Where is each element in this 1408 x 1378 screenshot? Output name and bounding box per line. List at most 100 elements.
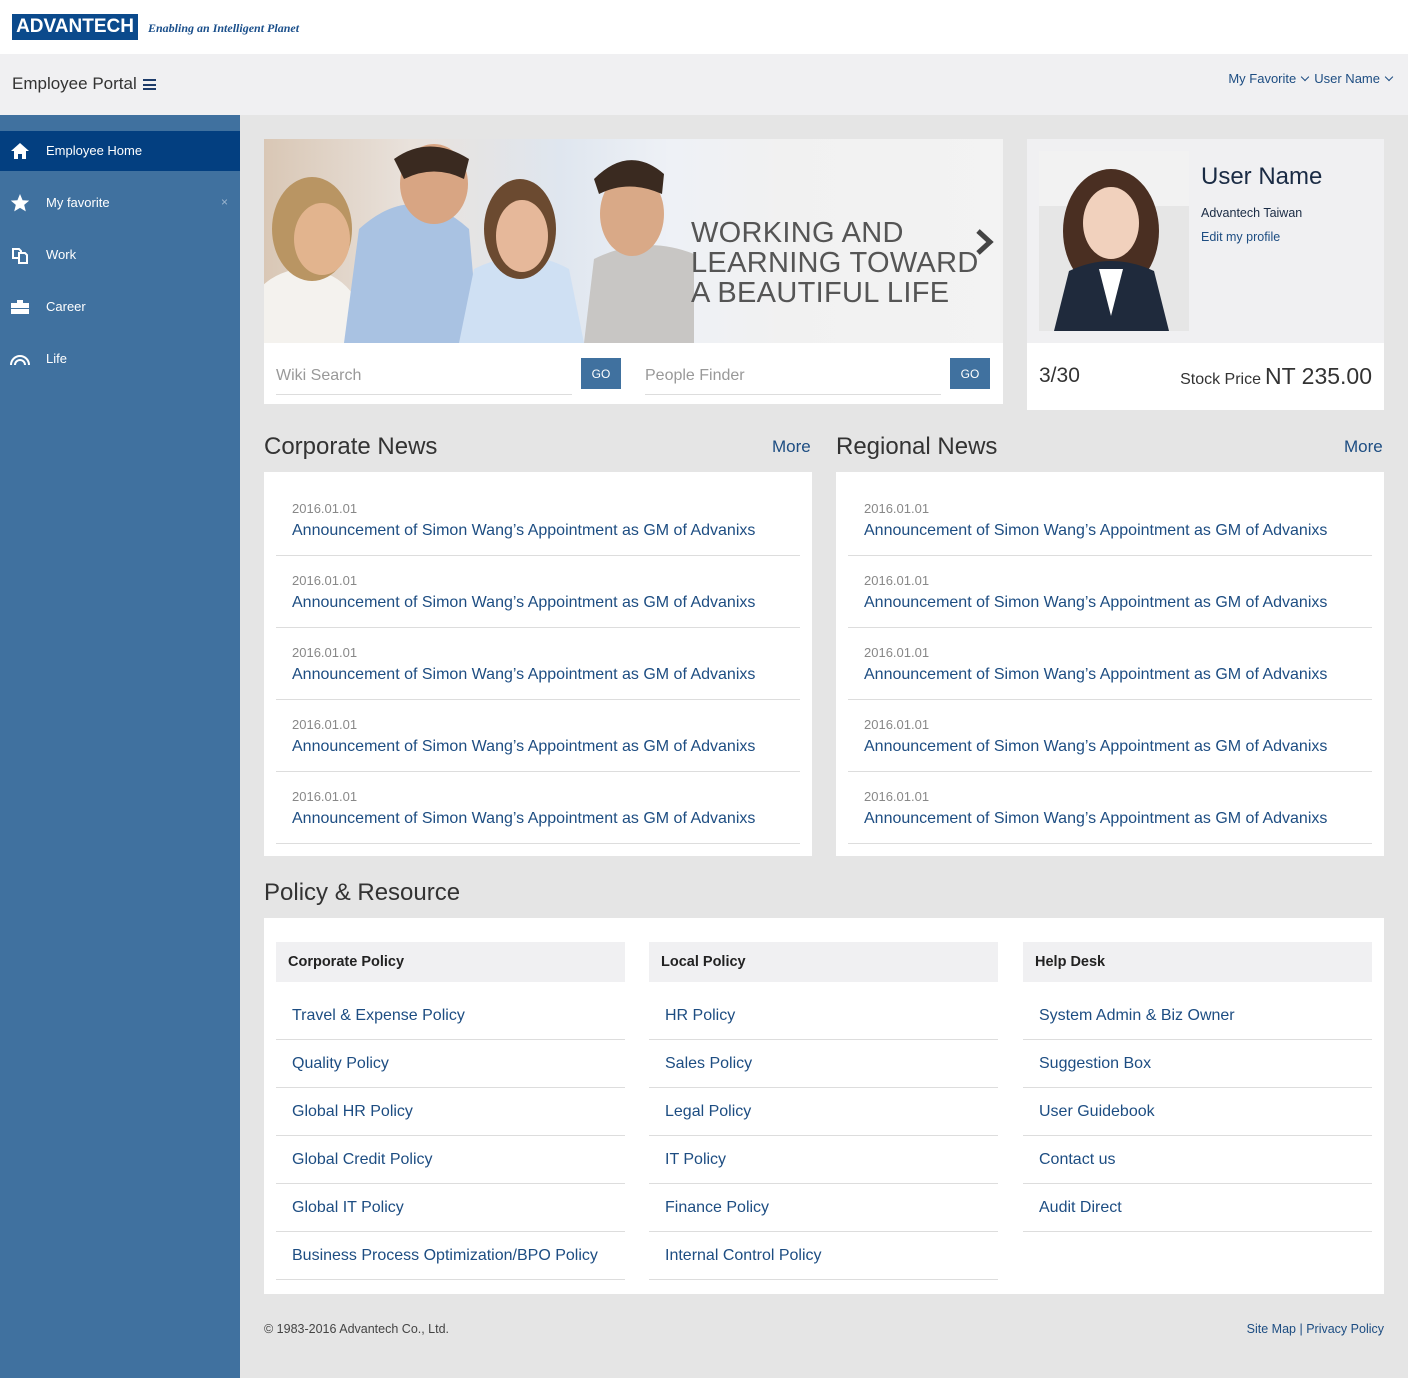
privacy-policy-link[interactable]: Privacy Policy (1306, 1322, 1384, 1336)
people-finder-go-button[interactable]: GO (950, 358, 990, 389)
sidebar-item-life[interactable]: Life (0, 339, 240, 379)
my-favorite-dropdown[interactable]: My Favorite (1228, 71, 1310, 86)
policy-link[interactable]: Internal Control Policy (649, 1232, 998, 1280)
sidebar-item-work[interactable]: Work (0, 235, 240, 275)
user-name-label: User Name (1314, 71, 1380, 86)
hero-card: WORKING AND LEARNING TOWARD A BEAUTIFUL … (264, 139, 1003, 404)
sidebar-item-my-favorite[interactable]: My favorite × (0, 183, 240, 223)
portal-title: Employee Portal (12, 74, 137, 93)
news-item[interactable]: 2016.01.01 Announcement of Simon Wang’s A… (848, 628, 1372, 700)
hero-caption-line: LEARNING TOWARD (691, 247, 979, 279)
news-date: 2016.01.01 (292, 717, 358, 732)
corporate-news-title: Corporate News (264, 433, 438, 460)
news-title-link[interactable]: Announcement of Simon Wang’s Appointment… (292, 522, 755, 540)
news-title-link[interactable]: Announcement of Simon Wang’s Appointment… (292, 738, 755, 756)
copy-icon (12, 248, 28, 264)
people-finder-input[interactable] (645, 358, 941, 395)
help-desk-link[interactable]: Contact us (1023, 1136, 1372, 1184)
chevron-right-icon[interactable] (974, 229, 994, 255)
close-icon[interactable]: × (221, 195, 228, 209)
help-desk-link[interactable]: Audit Direct (1023, 1184, 1372, 1232)
news-item[interactable]: 2016.01.01 Announcement of Simon Wang’s A… (848, 556, 1372, 628)
hero-banner[interactable]: WORKING AND LEARNING TOWARD A BEAUTIFUL … (264, 139, 1003, 343)
news-title-link[interactable]: Announcement of Simon Wang’s Appointment… (864, 810, 1327, 828)
sidebar-item-employee-home[interactable]: Employee Home (0, 131, 240, 171)
news-title-link[interactable]: Announcement of Simon Wang’s Appointment… (864, 738, 1327, 756)
policy-link[interactable]: Global IT Policy (276, 1184, 625, 1232)
user-photo (1039, 151, 1189, 331)
policy-resource-title: Policy & Resource (264, 879, 461, 906)
current-date: 3/30 (1039, 364, 1080, 387)
site-map-link[interactable]: Site Map (1247, 1322, 1296, 1336)
help-desk-link[interactable]: System Admin & Biz Owner (1023, 992, 1372, 1040)
policy-link[interactable]: Travel & Expense Policy (276, 992, 625, 1040)
edit-profile-link[interactable]: Edit my profile (1201, 230, 1280, 244)
profile-org: Advantech Taiwan (1201, 206, 1303, 220)
news-title-link[interactable]: Announcement of Simon Wang’s Appointment… (292, 810, 755, 828)
user-name-dropdown[interactable]: User Name (1314, 71, 1394, 86)
rainbow-icon (10, 355, 30, 366)
policy-link[interactable]: Global HR Policy (276, 1088, 625, 1136)
advantech-logo[interactable]: ADVANTECH (12, 14, 138, 40)
news-date: 2016.01.01 (292, 645, 358, 660)
search-row: GO GO (264, 343, 1003, 404)
news-title-link[interactable]: Announcement of Simon Wang’s Appointment… (864, 666, 1327, 684)
sidebar: Employee Home My favorite × Work Career … (0, 115, 240, 1378)
news-date: 2016.01.01 (292, 573, 358, 588)
corporate-news-list: 2016.01.01 Announcement of Simon Wang’s A… (264, 472, 812, 856)
hero-caption-line: WORKING AND (691, 217, 904, 249)
policy-link[interactable]: Quality Policy (276, 1040, 625, 1088)
policy-link[interactable]: Global Credit Policy (276, 1136, 625, 1184)
news-date: 2016.01.01 (864, 717, 930, 732)
profile-header: User Name Advantech Taiwan Edit my profi… (1027, 139, 1384, 343)
policy-link[interactable]: Business Process Optimization/BPO Policy (276, 1232, 625, 1280)
profile-card: User Name Advantech Taiwan Edit my profi… (1027, 139, 1384, 410)
help-desk-link[interactable]: User Guidebook (1023, 1088, 1372, 1136)
policy-link[interactable]: Finance Policy (649, 1184, 998, 1232)
news-item[interactable]: 2016.01.01 Announcement of Simon Wang’s A… (276, 772, 800, 844)
news-title-link[interactable]: Announcement of Simon Wang’s Appointment… (864, 594, 1327, 612)
help-desk-link[interactable]: Suggestion Box (1023, 1040, 1372, 1088)
news-title-link[interactable]: Announcement of Simon Wang’s Appointment… (292, 666, 755, 684)
policy-link[interactable]: Legal Policy (649, 1088, 998, 1136)
news-item[interactable]: 2016.01.01 Announcement of Simon Wang’s A… (848, 700, 1372, 772)
top-nav-links: My Favorite User Name (1228, 71, 1394, 86)
policy-column-heading: Corporate Policy (276, 942, 625, 982)
team-photo (264, 144, 694, 343)
news-title-link[interactable]: Announcement of Simon Wang’s Appointment… (292, 594, 755, 612)
news-item[interactable]: 2016.01.01 Announcement of Simon Wang’s A… (276, 628, 800, 700)
home-icon (11, 143, 29, 159)
sidebar-item-label: Work (46, 247, 77, 262)
help-desk-column: Help Desk System Admin & Biz Owner Sugge… (1023, 942, 1372, 1232)
avatar (1039, 151, 1189, 331)
news-title-link[interactable]: Announcement of Simon Wang’s Appointment… (864, 522, 1327, 540)
stock-price: Stock Price NT 235.00 (1180, 363, 1372, 390)
chevron-down-icon (1384, 72, 1394, 81)
policy-link[interactable]: Sales Policy (649, 1040, 998, 1088)
corporate-news-more-link[interactable]: More (772, 437, 811, 457)
logo-bar: ADVANTECH Enabling an Intelligent Planet (0, 0, 1408, 54)
policy-column-heading: Local Policy (649, 942, 998, 982)
sidebar-item-label: Employee Home (46, 143, 143, 158)
news-date: 2016.01.01 (864, 573, 930, 588)
news-item[interactable]: 2016.01.01 Announcement of Simon Wang’s A… (276, 484, 800, 556)
stock-price-label: Stock Price (1180, 371, 1262, 388)
news-item[interactable]: 2016.01.01 Announcement of Simon Wang’s A… (276, 556, 800, 628)
news-item[interactable]: 2016.01.01 Announcement of Simon Wang’s A… (848, 484, 1372, 556)
news-date: 2016.01.01 (292, 501, 358, 516)
hamburger-icon[interactable] (143, 79, 156, 90)
sidebar-item-label: Life (46, 351, 67, 366)
policy-column-heading: Help Desk (1023, 942, 1372, 982)
hero-caption: WORKING AND LEARNING TOWARD A BEAUTIFUL … (691, 218, 979, 308)
news-item[interactable]: 2016.01.01 Announcement of Simon Wang’s A… (848, 772, 1372, 844)
news-item[interactable]: 2016.01.01 Announcement of Simon Wang’s A… (276, 700, 800, 772)
regional-news-more-link[interactable]: More (1344, 437, 1383, 457)
stock-price-value: NT 235.00 (1265, 363, 1372, 389)
news-date: 2016.01.01 (292, 789, 358, 804)
wiki-search-input[interactable] (276, 358, 572, 395)
sidebar-item-career[interactable]: Career (0, 287, 240, 327)
policy-link[interactable]: HR Policy (649, 992, 998, 1040)
policy-link[interactable]: IT Policy (649, 1136, 998, 1184)
wiki-search-go-button[interactable]: GO (581, 358, 621, 389)
portal-header: Employee Portal My Favorite User Name (0, 54, 1408, 115)
